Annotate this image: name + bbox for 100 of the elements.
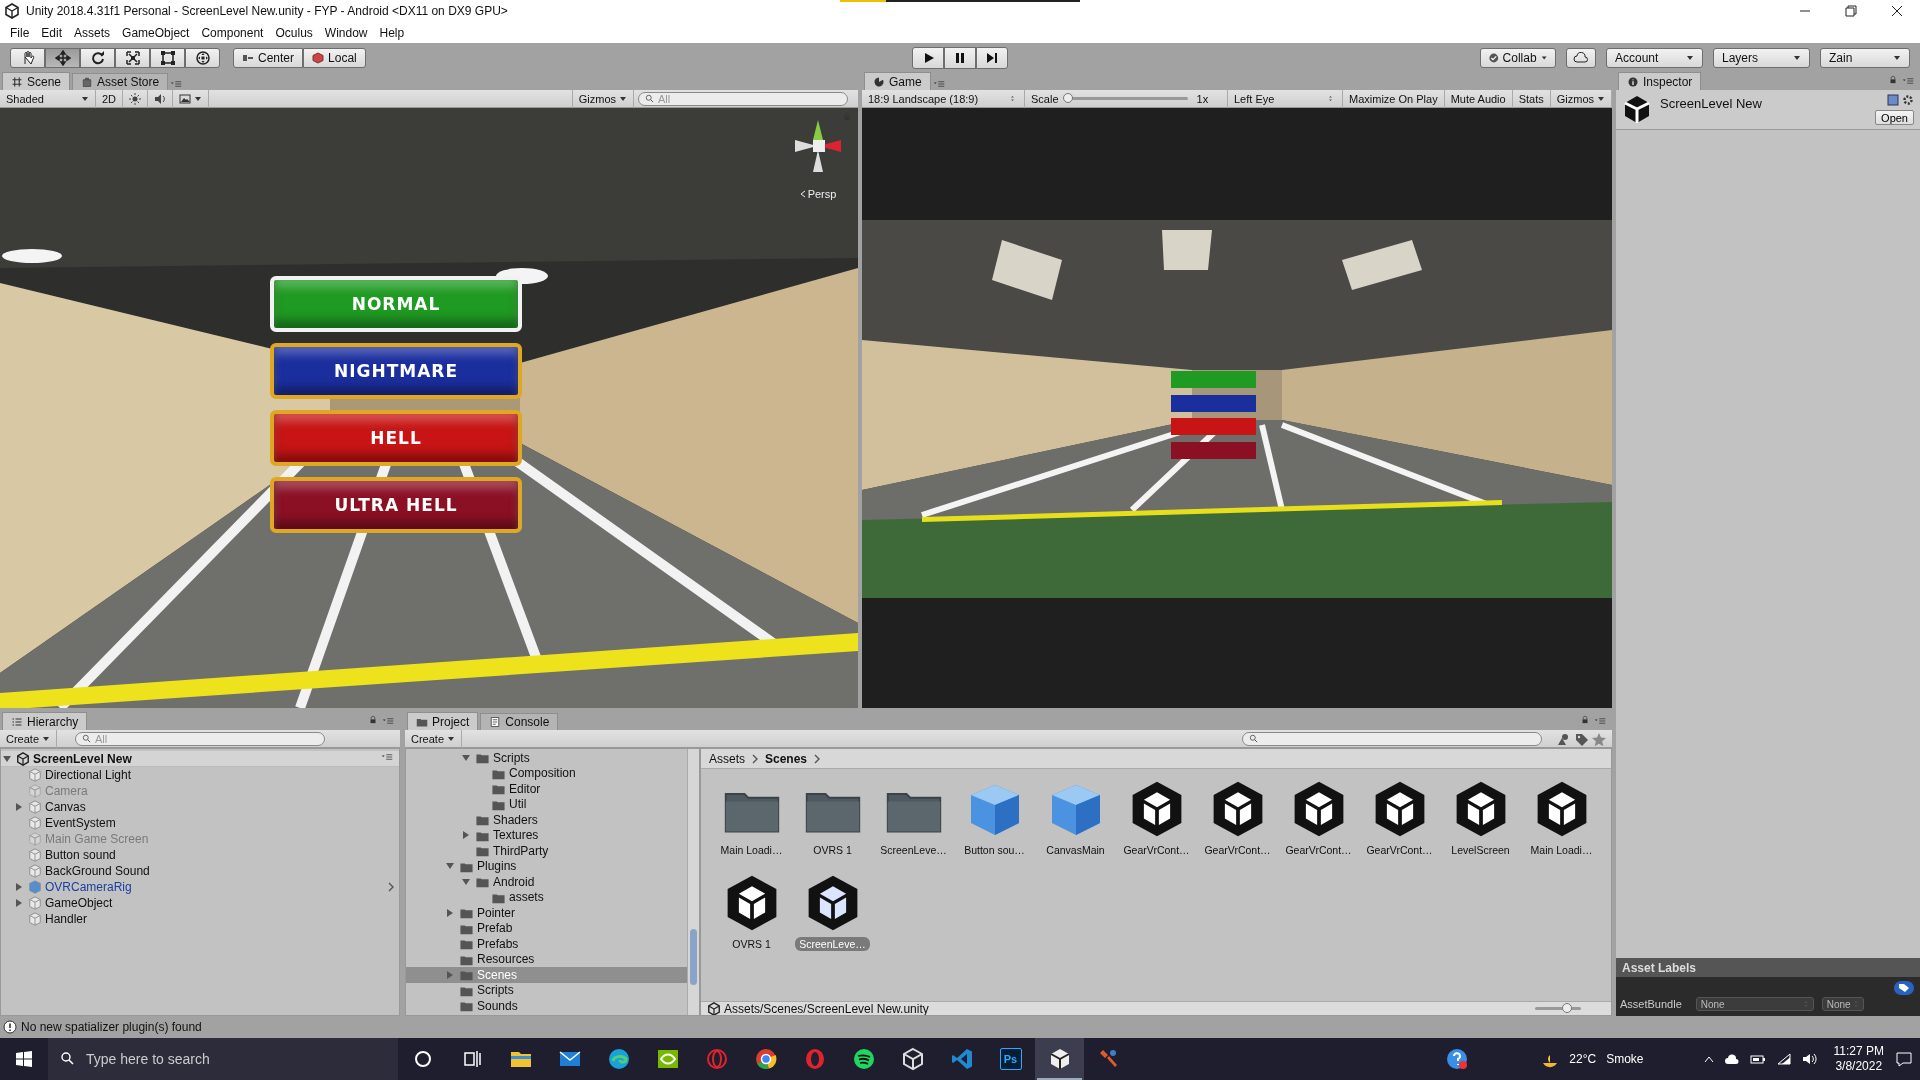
play-button[interactable] (912, 46, 944, 69)
create-dropdown[interactable]: Create (0, 729, 58, 748)
bundle-dropdown[interactable]: None (1695, 997, 1814, 1011)
layers-dropdown[interactable]: Layers (1713, 47, 1810, 68)
step-button[interactable] (976, 46, 1008, 69)
scale-slider[interactable] (1062, 93, 1073, 103)
speaker-icon[interactable] (1801, 1052, 1818, 1066)
asset-item[interactable]: CanvasMain (1035, 779, 1116, 873)
panel-tab[interactable]: Asset Store (72, 73, 169, 90)
variant-dropdown[interactable]: None (1821, 997, 1864, 1011)
object-name[interactable]: BackGround Sound (45, 864, 150, 878)
asset-item[interactable]: ScreenLeve… (873, 779, 954, 873)
toggle-button[interactable]: Stats (1512, 89, 1551, 108)
cloud-icon[interactable] (1723, 1053, 1740, 1065)
breadcrumb-item[interactable]: Scenes (765, 751, 808, 766)
expand-arrow-icon[interactable] (16, 883, 22, 891)
panel-tab[interactable]: Project (407, 712, 479, 730)
search-field[interactable]: Type here to search (48, 1038, 398, 1080)
asset-item[interactable]: GearVrCont… (1359, 779, 1440, 873)
scale-tool-button[interactable] (115, 47, 150, 68)
tree-item[interactable]: Resources (406, 951, 687, 967)
menu-item[interactable]: Window (318, 25, 374, 40)
gizmos-dropdown[interactable]: Gizmos (1550, 89, 1612, 108)
projection-label[interactable]: Persp (807, 188, 837, 200)
expand-arrow-icon[interactable] (447, 908, 453, 917)
lock-icon[interactable] (368, 715, 378, 725)
shading-dropdown[interactable]: Shaded (0, 89, 96, 108)
expand-arrow-icon[interactable] (463, 831, 469, 840)
menu-item[interactable]: Assets (68, 25, 117, 40)
tree-item[interactable]: assets (406, 889, 687, 905)
toggle-button[interactable]: Maximize On Play (1343, 89, 1445, 108)
lock-icon[interactable] (1888, 75, 1898, 85)
panel-tab[interactable]: Console (480, 713, 559, 730)
asset-item[interactable]: GearVrCont… (1197, 779, 1278, 873)
eye-dropdown[interactable]: Left Eye (1228, 89, 1343, 108)
menu-item[interactable]: Edit (35, 25, 69, 40)
clock[interactable]: 11:27 PM 3/8/2022 (1833, 1044, 1884, 1074)
toggle-button[interactable]: Mute Audio (1444, 89, 1513, 108)
icon-size-slider[interactable] (1562, 1003, 1573, 1013)
chevron-up-icon[interactable] (1703, 1055, 1714, 1063)
expand-arrow-icon[interactable] (16, 803, 22, 811)
tree-item[interactable]: Textures (406, 827, 687, 843)
asset-item[interactable]: Main Loadi… (711, 779, 792, 873)
rotate-tool-button[interactable] (80, 47, 115, 68)
panel-tab[interactable]: Inspector (1618, 72, 1702, 90)
star-icon[interactable] (1592, 731, 1606, 746)
menu-button[interactable]: ULTRA HELL (270, 477, 522, 533)
battery-icon[interactable] (1749, 1053, 1766, 1065)
panel-tab[interactable]: Game (864, 72, 931, 90)
tag-button[interactable] (1894, 981, 1914, 995)
menu-item[interactable]: Help (373, 25, 411, 40)
tree-item[interactable]: ThirdParty (406, 843, 687, 859)
collapse-arrow-icon[interactable] (462, 754, 470, 761)
tree-item[interactable]: Scripts (406, 982, 687, 998)
tree-item[interactable]: Scripts (406, 750, 687, 766)
tree-item[interactable]: Editor (406, 781, 687, 797)
breadcrumb-item[interactable]: Assets (709, 751, 745, 766)
rect-tool-button[interactable] (150, 47, 185, 68)
wifi-icon[interactable] (1775, 1052, 1792, 1066)
notification-icon[interactable] (1894, 1049, 1914, 1069)
taskbar-app-button[interactable] (1035, 1038, 1084, 1080)
settings-icon[interactable] (1902, 94, 1914, 106)
collapse-arrow-icon[interactable] (462, 878, 470, 885)
move-tool-button[interactable] (45, 47, 80, 68)
hand-tool-button[interactable] (10, 47, 45, 68)
tree-item[interactable]: Util (406, 796, 687, 812)
layout-dropdown[interactable]: Zain (1820, 47, 1910, 68)
windows-start-button[interactable] (16, 1051, 32, 1067)
cloud-button[interactable] (1566, 47, 1596, 68)
tree-item[interactable]: Android (406, 874, 687, 890)
tree-item[interactable]: Prefab (406, 920, 687, 936)
collapse-arrow-icon[interactable] (3, 755, 11, 762)
object-name[interactable]: Directional Light (45, 768, 132, 782)
gizmos-dropdown[interactable]: Gizmos (571, 89, 634, 108)
search-field[interactable] (1242, 731, 1542, 746)
asset-item[interactable]: OVRS 1 (792, 779, 873, 873)
open-button[interactable]: Open (1875, 110, 1914, 125)
transform-tool-button[interactable] (185, 47, 220, 68)
object-name[interactable]: Button sound (45, 848, 116, 862)
panel-tab[interactable]: Scene (2, 72, 71, 90)
tree-item[interactable]: Composition (406, 765, 687, 781)
object-name[interactable]: EventSystem (45, 816, 116, 830)
panel-tab[interactable]: Hierarchy (2, 712, 88, 730)
2d-toggle[interactable]: 2D (96, 89, 124, 108)
tree-item[interactable]: Plugins (406, 858, 687, 874)
pivot-mode-button[interactable]: Center (233, 47, 304, 68)
asset-item[interactable]: ScreenLeve… (792, 873, 873, 967)
create-dropdown[interactable]: Create (405, 729, 463, 748)
menu-item[interactable]: Oculus (269, 25, 319, 40)
collapse-arrow-icon[interactable] (446, 863, 454, 870)
tree-item[interactable]: Shaders (406, 812, 687, 828)
menu-item[interactable]: File (4, 25, 36, 40)
taskbar-app-button[interactable]: Ps (986, 1038, 1035, 1080)
collab-dropdown[interactable]: Collab (1480, 47, 1556, 68)
menu-button[interactable]: NORMAL (270, 276, 522, 332)
menu-button[interactable]: HELL (270, 410, 522, 466)
tree-item[interactable]: Prefabs (406, 936, 687, 952)
menu-item[interactable]: GameObject (116, 25, 196, 40)
asset-item[interactable]: Button sou… (954, 779, 1035, 873)
asset-item[interactable]: Main Loadi… (1521, 779, 1602, 873)
